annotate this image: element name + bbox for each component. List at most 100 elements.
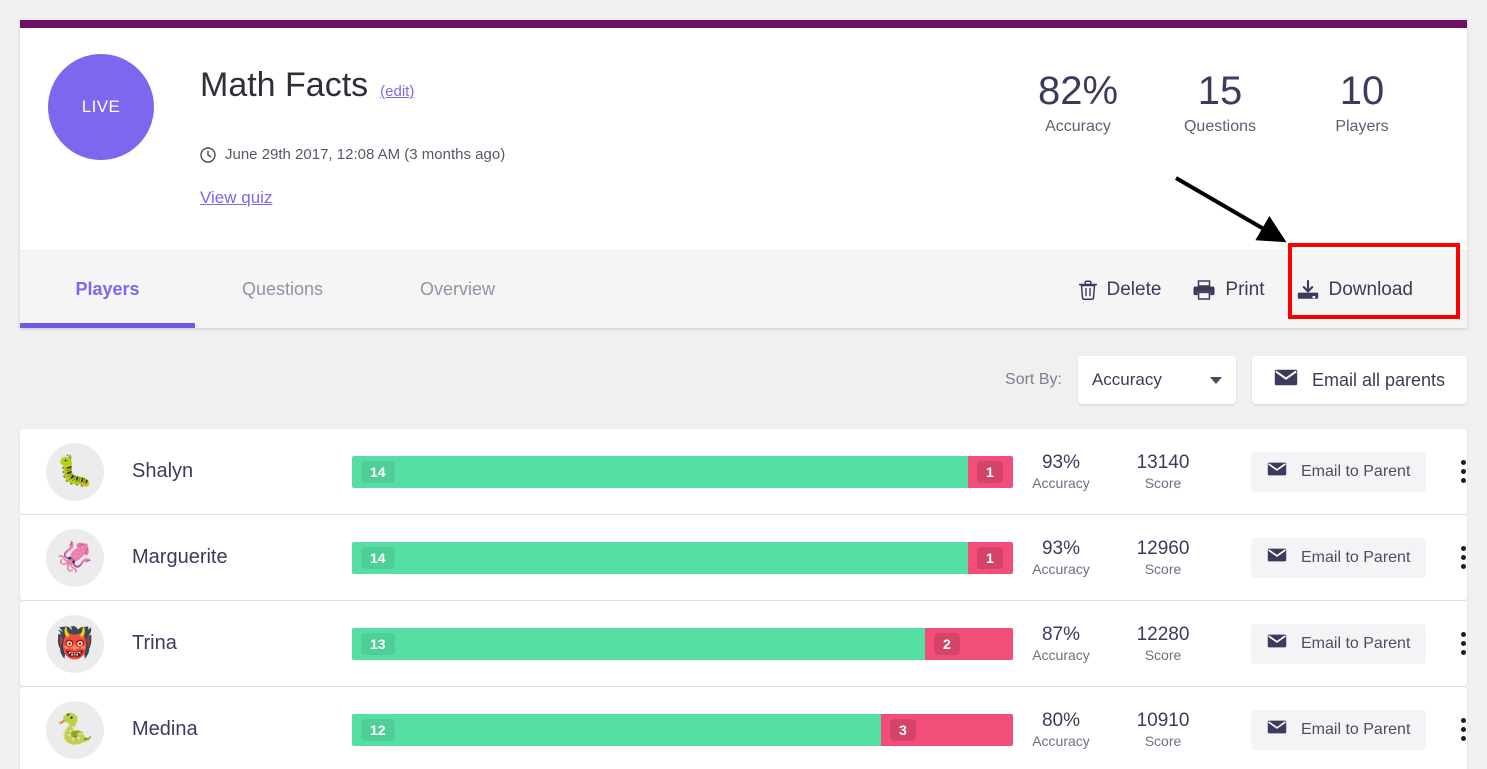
metric-accuracy-label: Accuracy [1032,560,1090,577]
sort-by-value: Accuracy [1091,370,1162,389]
tab-players-label: Players [75,279,140,299]
table-row[interactable]: 🐛 Shalyn 14 1 93% Accuracy 13140 Score E… [20,429,1467,514]
stat-accuracy: 82% Accuracy [1007,68,1149,136]
accuracy-bar: 13 2 [352,627,1013,660]
download-button[interactable]: Download [1281,265,1430,315]
card-accent-bar [20,20,1467,28]
stat-players: 10 Players [1291,68,1433,136]
metric-score: 12280 Score [1109,624,1217,663]
metric-score-value: 10910 [1136,710,1190,732]
table-row[interactable]: 🐍 Medina 12 3 80% Accuracy 10910 Score E… [20,687,1467,769]
kebab-menu-icon[interactable] [1448,629,1478,659]
accuracy-bar: 12 3 [352,713,1013,746]
stat-questions-value: 15 [1197,69,1243,113]
avatar: 🦑 [46,528,104,587]
envelope-icon [1274,369,1298,391]
sort-by-label: Sort By: [1005,371,1062,388]
bar-wrong-segment: 1 [968,541,1013,574]
metric-score-value: 12960 [1136,538,1190,560]
avatar-emoji: 🐍 [56,712,94,746]
bar-correct-count: 14 [361,460,395,483]
metric-score: 10910 Score [1109,710,1217,749]
live-status-label: LIVE [81,97,121,116]
email-to-parent-button[interactable]: Email to Parent [1251,709,1427,750]
metric-accuracy: 80% Accuracy [1013,710,1109,749]
email-to-parent-button[interactable]: Email to Parent [1251,623,1427,664]
clock-icon [200,146,216,163]
email-all-parents-button[interactable]: Email all parents [1251,356,1467,404]
metric-score-label: Score [1144,646,1182,663]
stat-accuracy-value: 82% [1037,69,1119,113]
stat-accuracy-label: Accuracy [1045,118,1111,135]
email-to-parent-button[interactable]: Email to Parent [1251,451,1427,492]
bar-wrong-segment: 2 [925,627,1013,660]
page-root: LIVE Math Facts (edit) June 29th 2017, 1… [0,0,1487,769]
view-quiz-link[interactable]: View quiz [200,188,272,208]
player-name: Trina [132,632,177,654]
email-to-parent-label: Email to Parent [1301,462,1411,480]
sort-by-select[interactable]: Accuracy [1077,356,1236,404]
quiz-date: June 29th 2017, 12:08 AM (3 months ago) [200,146,505,163]
quiz-header: LIVE Math Facts (edit) June 29th 2017, 1… [20,28,1467,250]
bar-correct-count: 13 [361,632,395,655]
metric-score-value: 13140 [1136,452,1190,474]
metric-accuracy-label: Accuracy [1032,646,1090,663]
card-actions: Delete Print Download [1063,251,1452,328]
player-name: Shalyn [132,460,194,482]
trash-icon [1078,279,1097,300]
players-toolbar: Sort By: Accuracy Email all parents [0,355,1487,405]
email-to-parent-label: Email to Parent [1301,720,1411,738]
tab-questions[interactable]: Questions [195,251,370,328]
live-status-badge: LIVE [48,54,154,160]
tab-overview-label: Overview [419,279,495,299]
bar-wrong-count: 1 [977,460,1003,483]
tab-list: Players Questions Overview [20,251,545,328]
bar-correct-count: 12 [361,718,395,741]
email-to-parent-label: Email to Parent [1301,548,1411,566]
bar-wrong-segment: 1 [968,455,1013,488]
tab-overview[interactable]: Overview [370,251,545,328]
tab-players[interactable]: Players [20,251,195,328]
delete-button[interactable]: Delete [1063,265,1178,315]
bar-wrong-segment: 3 [881,713,1013,746]
email-to-parent-button[interactable]: Email to Parent [1251,537,1427,578]
print-button[interactable]: Print [1177,265,1280,315]
avatar: 👹 [46,614,104,673]
printer-icon [1193,279,1215,300]
envelope-icon [1267,720,1287,739]
player-name: Medina [132,718,198,740]
avatar-emoji: 👹 [56,626,94,660]
table-row[interactable]: 🦑 Marguerite 14 1 93% Accuracy 12960 Sco… [20,515,1467,600]
kebab-menu-icon[interactable] [1448,457,1478,487]
edit-title-link[interactable]: (edit) [380,83,414,100]
metric-accuracy-value: 80% [1041,710,1081,732]
metric-score-value: 12280 [1136,624,1190,646]
email-all-parents-label: Email all parents [1311,369,1445,390]
bar-correct-count: 14 [361,546,395,569]
avatar-emoji: 🦑 [56,540,94,574]
quiz-summary-card: LIVE Math Facts (edit) June 29th 2017, 1… [20,20,1467,328]
quiz-date-text: June 29th 2017, 12:08 AM (3 months ago) [225,146,506,163]
accuracy-bar: 14 1 [352,455,1013,488]
accuracy-bar: 14 1 [352,541,1013,574]
bar-wrong-count: 2 [934,632,960,655]
envelope-icon [1267,462,1287,481]
metric-accuracy-value: 87% [1041,624,1081,646]
download-icon [1297,279,1319,300]
table-row[interactable]: 👹 Trina 13 2 87% Accuracy 12280 Score Em… [20,601,1467,686]
quiz-stats: 82% Accuracy 15 Questions 10 Players [1007,68,1433,136]
avatar: 🐛 [46,442,104,501]
print-button-label: Print [1225,278,1265,300]
bar-wrong-count: 1 [977,546,1003,569]
kebab-menu-icon[interactable] [1448,543,1478,573]
metric-accuracy-value: 93% [1041,538,1081,560]
bar-correct-segment: 13 [352,627,925,660]
quiz-title-row: Math Facts (edit) [200,66,414,105]
stat-players-value: 10 [1339,69,1385,113]
download-button-label: Download [1328,278,1414,300]
metric-score-label: Score [1144,560,1182,577]
stat-questions-label: Questions [1183,118,1257,135]
kebab-menu-icon[interactable] [1448,715,1478,745]
email-to-parent-label: Email to Parent [1301,634,1411,652]
metric-accuracy-label: Accuracy [1032,732,1090,749]
